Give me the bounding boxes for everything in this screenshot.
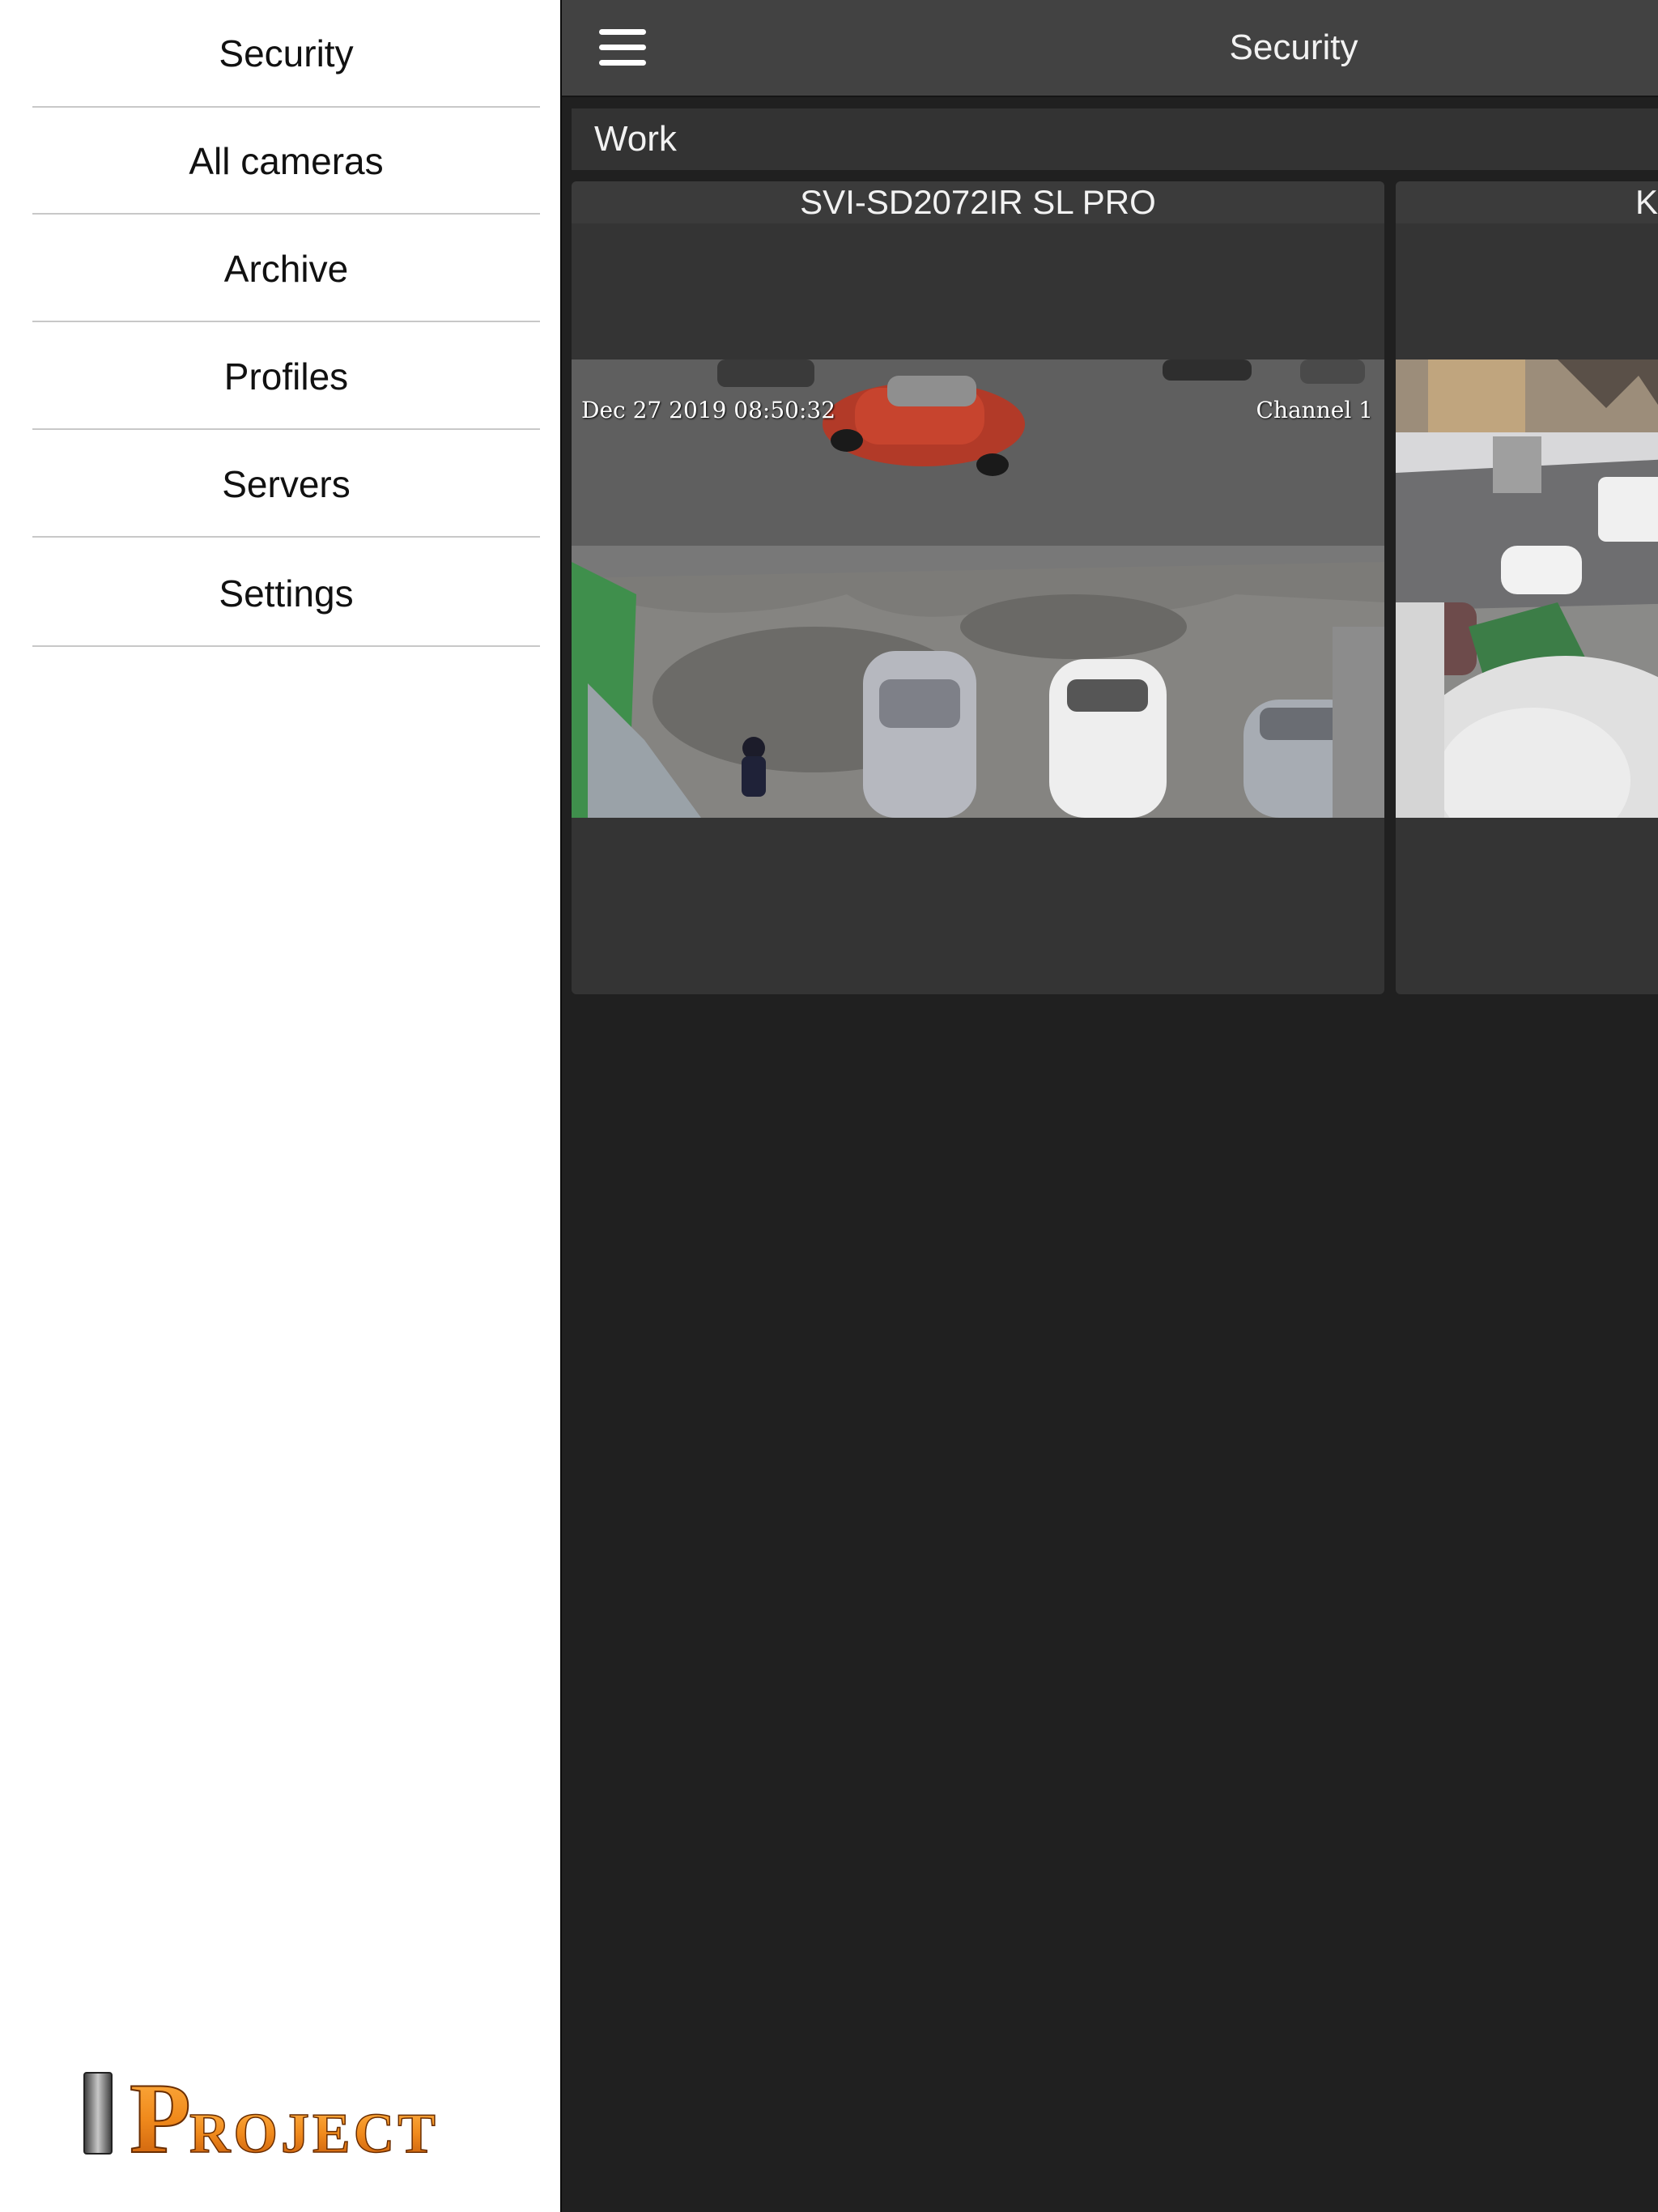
camera-tile[interactable]: SVI-SD2072IR SL PRO Dec 27 2019 08:50:32… [572, 181, 1384, 994]
sidebar-item-label: Profiles [223, 355, 349, 398]
camera-group-header[interactable]: Work [572, 108, 1658, 170]
sidebar-item-profiles[interactable]: Profiles [32, 323, 540, 430]
camera-snapshot-image [1396, 359, 1658, 818]
sidebar-item-security[interactable]: Security [32, 0, 540, 107]
camera-osd-channel: Channel 1 [1256, 397, 1373, 423]
camera-osd-timestamp: Dec 27 2019 08:50:32 [581, 397, 836, 423]
sidebar-item-label: Settings [219, 572, 354, 615]
hamburger-menu-icon[interactable] [599, 29, 646, 66]
page-title: Security [1229, 28, 1358, 67]
sidebar-menu: Security All cameras Archive Profiles Se… [0, 0, 560, 2212]
app-window: Security All cameras Archive Profiles Se… [0, 0, 1658, 2212]
sidebar-item-settings[interactable]: Settings [32, 540, 540, 647]
sidebar-item-label: Security [219, 32, 354, 74]
camera-video-feed[interactable] [1396, 359, 1658, 818]
camera-name: K [1396, 181, 1658, 223]
sidebar-item-label: Servers [222, 463, 351, 505]
camera-name: SVI-SD2072IR SL PRO [572, 181, 1384, 223]
sidebar-item-archive[interactable]: Archive [32, 215, 540, 322]
svg-text:P: P [130, 2063, 191, 2162]
camera-group-label: Work [594, 119, 677, 159]
sidebar-item-label: Archive [223, 248, 349, 290]
sidebar-item-label: All cameras [189, 140, 384, 182]
svg-text:ROJECT: ROJECT [189, 2103, 439, 2162]
top-bar: Security [562, 0, 1658, 97]
camera-tile[interactable]: K [1396, 181, 1658, 994]
camera-snapshot-image [572, 359, 1384, 818]
main-content: Security Work SVI-SD2072IR SL PRO Dec 27… [562, 0, 1658, 2212]
iproject-logo: P ROJECT [83, 2062, 439, 2162]
sidebar-item-servers[interactable]: Servers [32, 431, 540, 538]
camera-video-feed[interactable]: Dec 27 2019 08:50:32 Channel 1 [572, 359, 1384, 818]
sidebar-item-all-cameras[interactable]: All cameras [32, 108, 540, 215]
